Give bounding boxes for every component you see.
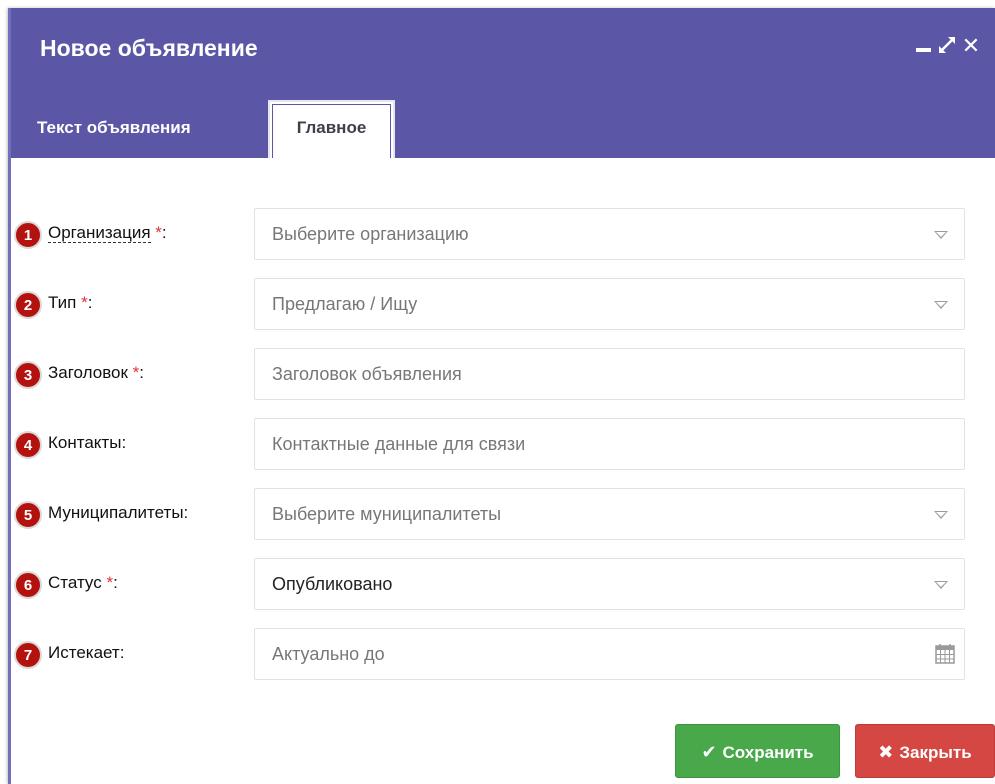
field-label-text: Заголовок [48,363,128,382]
status-value: Опубликовано [272,574,393,594]
field-label: Истекает: [48,643,125,662]
field-label-text: Статус [48,573,102,592]
contacts-placeholder: Контактные данные для связи [272,434,526,454]
title-placeholder: Заголовок объявления [272,364,462,384]
field-row-status: 6 Статус *: Опубликовано [11,558,995,612]
field-label-text: Тип [48,293,77,312]
required-mark: * [155,223,162,242]
contacts-input[interactable]: Контактные данные для связи [254,418,965,470]
field-label-text: Контакты [48,433,122,452]
step-badge: 1 [14,221,42,249]
field-label: Организация *: [48,223,167,243]
field-label: Контакты: [48,433,127,452]
dialog-header: Новое объявление ✕ Текст объявления Глав… [11,8,995,158]
minimize-icon[interactable] [913,32,933,58]
tab-bar: Текст объявления Главное [11,98,995,158]
step-badge: 6 [14,571,42,599]
field-label-text: Истекает [48,643,120,662]
step-badge: 5 [14,501,42,529]
municipalities-select[interactable]: Выберите муниципалитеты [254,488,965,540]
field-row-title: 3 Заголовок *: Заголовок объявления [11,348,995,402]
close-icon[interactable]: ✕ [961,32,981,58]
x-icon: ✖ [878,742,894,762]
expires-date-input[interactable]: Актуально до [254,628,965,680]
field-row-expires: 7 Истекает: Актуально до [11,628,995,682]
close-button-label: Закрыть [899,743,972,762]
maximize-icon[interactable] [937,32,957,58]
chevron-down-icon [934,511,948,519]
status-select[interactable]: Опубликовано [254,558,965,610]
type-placeholder: Предлагаю / Ищу [272,294,418,314]
save-button[interactable]: ✔ Сохранить [675,724,840,778]
chevron-down-icon [934,581,948,589]
tab-text[interactable]: Текст объявления [37,98,263,158]
required-mark: * [106,573,114,592]
field-label: Заголовок *: [48,363,145,382]
save-button-label: Сохранить [722,743,814,762]
step-badge: 4 [14,431,42,459]
type-select[interactable]: Предлагаю / Ищу [254,278,965,330]
step-badge: 2 [14,291,42,319]
organization-placeholder: Выберите организацию [272,224,469,244]
expires-placeholder: Актуально до [272,644,385,664]
close-button[interactable]: ✖ Закрыть [855,724,995,778]
dialog-title: Новое объявление [40,35,258,61]
field-label-text: Муниципалитеты [48,503,184,522]
new-announcement-dialog: Новое объявление ✕ Текст объявления Глав… [8,8,995,784]
field-row-municipalities: 5 Муниципалитеты: Выберите муниципалитет… [11,488,995,542]
field-row-type: 2 Тип *: Предлагаю / Ищу [11,278,995,332]
tab-main[interactable]: Главное [268,100,395,158]
check-icon: ✔ [701,742,717,762]
field-row-organization: 1 Организация *: Выберите организацию [11,208,995,262]
field-label: Муниципалитеты: [48,503,189,522]
required-mark: * [132,363,140,382]
step-badge: 7 [14,641,42,669]
municipalities-placeholder: Выберите муниципалитеты [272,504,502,524]
title-input[interactable]: Заголовок объявления [254,348,965,400]
field-label: Тип *: [48,293,93,312]
field-row-contacts: 4 Контакты: Контактные данные для связи [11,418,995,472]
organization-select[interactable]: Выберите организацию [254,208,965,260]
field-label: Статус *: [48,573,118,592]
calendar-icon[interactable] [934,643,956,665]
chevron-down-icon [934,301,948,309]
field-label-text: Организация [48,223,151,243]
step-badge: 3 [14,361,42,389]
chevron-down-icon [934,231,948,239]
required-mark: * [81,293,88,312]
